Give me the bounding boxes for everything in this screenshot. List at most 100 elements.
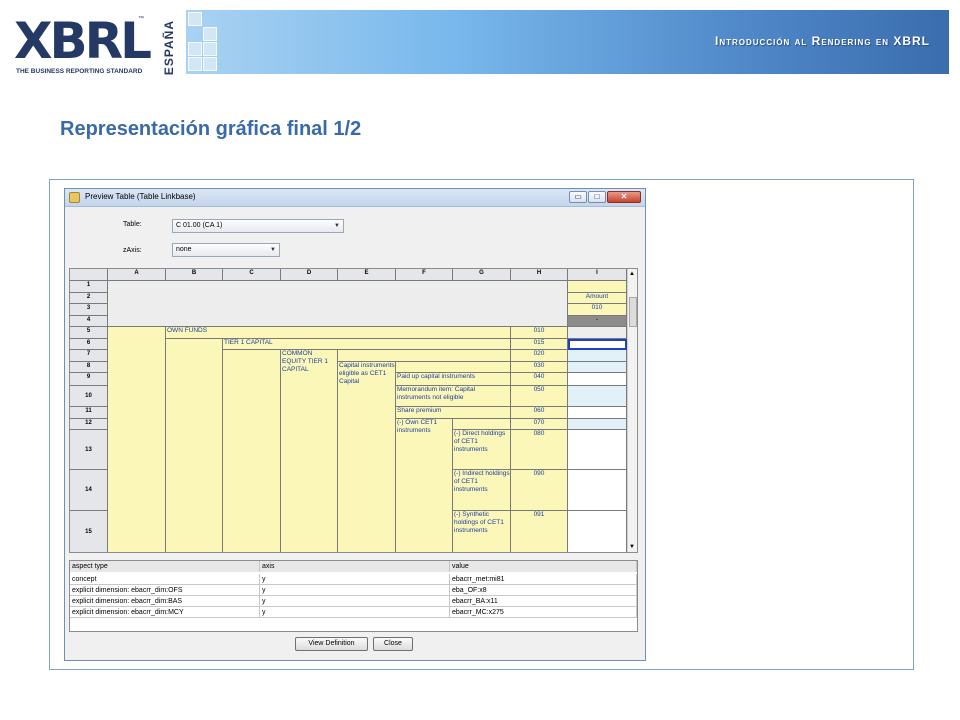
row-code[interactable]: 040	[511, 373, 568, 386]
column-header-value[interactable]: value	[450, 561, 637, 572]
value-cell[interactable]	[568, 511, 627, 552]
row-code[interactable]: 020	[511, 350, 568, 362]
maximize-button[interactable]: □	[588, 191, 606, 203]
column-header[interactable]: I	[568, 269, 627, 281]
table-row[interactable]: explicit dimension: ebacrr_dim:MCY y eba…	[70, 607, 637, 618]
amount-header[interactable]: Amount	[568, 293, 627, 304]
column-header[interactable]: E	[338, 269, 396, 281]
table-select-value: C 01.00 (CA 1)	[176, 222, 223, 229]
row-code[interactable]: 091	[511, 511, 568, 552]
logo-text: XBRL	[14, 12, 152, 70]
row-code[interactable]: 080	[511, 430, 568, 470]
page-title: Representación gráfica final 1/2	[60, 118, 362, 140]
label-paid-up[interactable]: Paid up capital instruments	[396, 373, 511, 386]
scroll-thumb[interactable]	[629, 297, 637, 327]
label-synthetic[interactable]: (-) Synthetic holdings of CET1 instrumen…	[453, 511, 511, 552]
value-cell[interactable]	[568, 430, 627, 470]
table-row[interactable]: explicit dimension: ebacrr_dim:BAS y eba…	[70, 596, 637, 607]
properties-header-row: aspect type axis value	[70, 561, 637, 572]
value-cell[interactable]	[568, 386, 627, 407]
logo-region: ESPAÑA	[162, 20, 176, 76]
column-header[interactable]: B	[166, 269, 223, 281]
label-tier1[interactable]: TIER 1 CAPITAL	[223, 339, 511, 350]
column-header-axis[interactable]: axis	[260, 561, 450, 572]
table-row[interactable]: explicit dimension: ebacrr_dim:OFS y eba…	[70, 585, 637, 596]
dash-cell[interactable]: -	[568, 316, 627, 327]
row-code[interactable]: 060	[511, 407, 568, 419]
value-cell[interactable]	[568, 470, 627, 511]
close-window-button[interactable]: ✕	[607, 191, 641, 203]
column-code[interactable]: 010	[568, 304, 627, 316]
label-area-a	[108, 327, 166, 552]
label-indirect[interactable]: (-) Indirect holdings of CET1 instrument…	[453, 470, 511, 511]
row-header[interactable]: 10	[70, 386, 108, 407]
cell	[338, 350, 511, 362]
row-header[interactable]: 11	[70, 407, 108, 419]
aspect-type-cell: concept	[70, 574, 260, 585]
label-direct[interactable]: (-) Direct holdings of CET1 instruments	[453, 430, 511, 470]
app-icon	[69, 192, 80, 203]
row-code[interactable]: 010	[511, 327, 568, 339]
vertical-scrollbar[interactable]: ▲ ▼	[627, 269, 637, 552]
row-header[interactable]: 6	[70, 339, 108, 350]
chevron-down-icon: ▼	[270, 247, 276, 253]
zaxis-select-value: none	[176, 246, 192, 253]
value-cell[interactable]	[568, 419, 627, 430]
logo-trademark: ™	[138, 16, 144, 22]
value-cell: ebacrr_met:mi81	[450, 574, 637, 585]
chevron-down-icon: ▼	[334, 223, 340, 229]
row-header[interactable]: 3	[70, 304, 108, 316]
value-cell[interactable]	[568, 407, 627, 419]
label-own-cet1[interactable]: (-) Own CET1 instruments	[396, 419, 453, 552]
window-titlebar[interactable]: Preview Table (Table Linkbase) ▭ □ ✕	[65, 189, 645, 207]
aspect-type-cell: explicit dimension: ebacrr_dim:BAS	[70, 596, 260, 607]
row-header[interactable]: 9	[70, 373, 108, 386]
column-header[interactable]: D	[281, 269, 338, 281]
scroll-down-icon[interactable]: ▼	[629, 544, 635, 550]
row-header[interactable]: 2	[70, 293, 108, 304]
scroll-up-icon[interactable]: ▲	[629, 271, 635, 277]
column-header-aspect-type[interactable]: aspect type	[70, 561, 260, 572]
view-definition-button[interactable]: View Definition	[295, 637, 368, 651]
column-header[interactable]: G	[453, 269, 511, 281]
row-header[interactable]: 14	[70, 470, 108, 511]
aspect-type-cell: explicit dimension: ebacrr_dim:MCY	[70, 607, 260, 618]
minimize-button[interactable]: ▭	[569, 191, 587, 203]
column-header[interactable]: F	[396, 269, 453, 281]
value-cell[interactable]	[568, 327, 627, 339]
row-header[interactable]: 13	[70, 430, 108, 470]
row-header[interactable]: 1	[70, 281, 108, 293]
value-cell: eba_OF:x8	[450, 585, 637, 596]
zaxis-select[interactable]: none ▼	[172, 243, 280, 257]
row-header[interactable]: 7	[70, 350, 108, 362]
row-code[interactable]: 050	[511, 386, 568, 407]
table-row[interactable]: concept y ebacrr_met:mi81	[70, 574, 637, 585]
row-header[interactable]: 4	[70, 316, 108, 327]
column-header[interactable]: H	[511, 269, 568, 281]
value-cell[interactable]	[568, 373, 627, 386]
label-capital-instruments[interactable]: Capital instruments eligible as CET1 Cap…	[338, 362, 396, 552]
row-header[interactable]: 5	[70, 327, 108, 339]
column-header[interactable]: C	[223, 269, 281, 281]
close-button[interactable]: Close	[373, 637, 413, 651]
row-code[interactable]: 015	[511, 339, 568, 350]
cell[interactable]	[568, 281, 627, 293]
row-code[interactable]: 090	[511, 470, 568, 511]
value-cell-selected[interactable]	[568, 339, 627, 350]
axis-cell: y	[260, 574, 450, 585]
column-header[interactable]: A	[108, 269, 166, 281]
label-memorandum[interactable]: Memorandum item: Capital instruments not…	[396, 386, 511, 407]
label-own-funds[interactable]: OWN FUNDS	[166, 327, 511, 339]
header-title: Introducción al Rendering en XBRL	[714, 34, 930, 48]
label-cet1[interactable]: COMMON EQUITY TIER 1 CAPITAL	[281, 350, 338, 552]
row-header[interactable]: 15	[70, 511, 108, 552]
row-code[interactable]: 030	[511, 362, 568, 373]
table-select[interactable]: C 01.00 (CA 1) ▼	[172, 219, 344, 233]
value-cell[interactable]	[568, 350, 627, 362]
label-share-premium[interactable]: Share premium	[396, 407, 511, 419]
row-code[interactable]: 070	[511, 419, 568, 430]
row-header[interactable]: 12	[70, 419, 108, 430]
value-cell[interactable]	[568, 362, 627, 373]
row-header[interactable]: 8	[70, 362, 108, 373]
header-area	[108, 281, 568, 327]
